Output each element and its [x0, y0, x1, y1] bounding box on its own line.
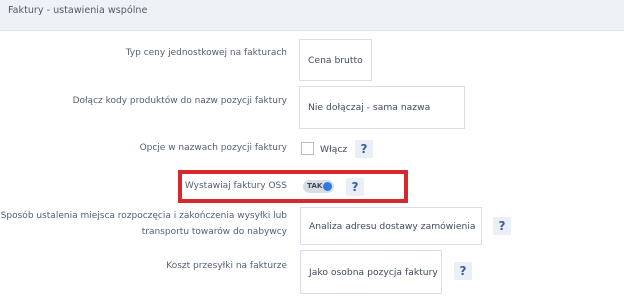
name-options-checkbox[interactable] [301, 142, 314, 155]
place-method-label-line1: Sposób ustalenia miejsca rozpoczęcia i z… [0, 211, 287, 221]
place-method-value: Analiza adresu dostawy zamówienia [309, 220, 476, 232]
place-method-help-button[interactable]: ? [493, 217, 511, 235]
name-options-label: Opcje w nazwach pozycji faktury [139, 143, 287, 153]
help-icon: ? [360, 142, 368, 156]
shipping-cost-select[interactable]: Jako osobna pozycja faktury [300, 250, 442, 294]
section-header: Faktury - ustawienia wspólne [0, 0, 624, 31]
shipping-cost-help-button[interactable]: ? [454, 262, 472, 280]
shipping-cost-label: Koszt przesyłki na fakturze [166, 261, 287, 271]
price-type-label: Typ ceny jednostkowej na fakturach [125, 48, 287, 58]
help-icon: ? [459, 264, 467, 278]
product-codes-label: Dołącz kody produktów do nazw pozycji fa… [72, 96, 287, 106]
name-options-help-button[interactable]: ? [355, 140, 373, 158]
oss-highlight-box [178, 170, 408, 203]
shipping-cost-value: Jako osobna pozycja faktury [309, 266, 438, 278]
place-method-label-line2: transportu towarów do nabywcy [141, 227, 287, 237]
price-type-select[interactable]: Cena brutto [299, 39, 372, 81]
place-method-select[interactable]: Analiza adresu dostawy zamówienia [300, 207, 482, 245]
section-title: Faktury - ustawienia wspólne [8, 5, 148, 16]
product-codes-value: Nie dołączaj - sama nazwa [308, 102, 431, 113]
product-codes-select[interactable]: Nie dołączaj - sama nazwa [299, 86, 465, 129]
price-type-value: Cena brutto [308, 54, 363, 66]
help-icon: ? [498, 219, 506, 233]
name-options-checkbox-label[interactable]: Włącz [320, 144, 347, 155]
